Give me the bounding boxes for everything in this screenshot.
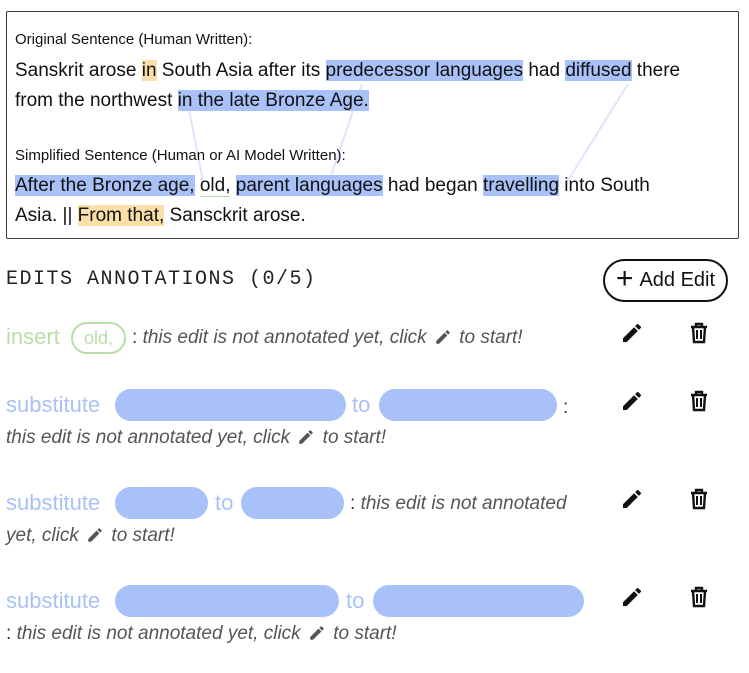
sentence-text: Sansckrit arose.	[164, 205, 306, 226]
connector-line	[188, 108, 204, 183]
highlighted-span[interactable]: After the Bronze age,	[15, 175, 195, 196]
edit-type-label: insert	[6, 324, 60, 349]
delete-button[interactable]	[686, 320, 712, 346]
note-suffix: to start!	[111, 525, 175, 546]
source-span-pill[interactable]	[115, 389, 346, 421]
original-line-1: Sanskrit arose in South Asia after its p…	[15, 59, 680, 83]
note-suffix: to start!	[459, 327, 523, 348]
note-prefix: this edit is not annotated yet, click	[142, 327, 427, 348]
note-prefix: yet, click	[6, 525, 79, 546]
edit-type-label: substitute	[6, 588, 101, 613]
sentence-text: South Asia after its	[156, 60, 326, 81]
trash-icon	[691, 390, 707, 412]
original-line-2: from the northwest in the late Bronze Ag…	[15, 89, 369, 113]
pencil-icon	[88, 528, 102, 542]
add-edit-button[interactable]: + Add Edit	[603, 259, 728, 302]
edit-pencil-button[interactable]	[619, 388, 645, 414]
connector-line	[566, 83, 629, 183]
pencil-icon	[623, 323, 642, 342]
edit-pencil-button[interactable]	[619, 486, 645, 512]
sentence-panel: Original Sentence (Human Written): Sansk…	[6, 11, 739, 239]
target-span-pill[interactable]	[373, 585, 584, 617]
target-span-pill[interactable]	[241, 487, 344, 519]
to-label: to	[346, 588, 365, 613]
edit-type-label: substitute	[6, 490, 101, 515]
edit-type-label: substitute	[6, 392, 101, 417]
highlighted-span[interactable]: From that,	[77, 205, 165, 226]
highlighted-span[interactable]: in	[141, 60, 157, 81]
sentence-text: from the northwest	[15, 90, 178, 111]
sentence-text	[230, 175, 235, 196]
edit-pencil-button[interactable]	[619, 584, 645, 610]
pencil-icon	[436, 330, 450, 344]
sentence-text: Sanskrit arose	[15, 60, 142, 81]
highlighted-span[interactable]: in the late Bronze Age.	[177, 90, 369, 111]
edit-pencil-button[interactable]	[619, 320, 645, 346]
delete-button[interactable]	[686, 388, 712, 414]
pencil-icon	[299, 430, 314, 444]
simplified-line-2: Asia. || From that, Sansckrit arose.	[15, 204, 306, 228]
sentence-text: there	[631, 60, 681, 81]
edit-status-note: : this edit is not annotated yet, click …	[6, 623, 397, 644]
colon: :	[563, 397, 569, 418]
sentence-text: had began	[382, 175, 483, 196]
sentence-text: had	[523, 60, 566, 81]
edit-status-note-line-1: : this edit is not annotated	[350, 493, 567, 514]
to-label: to	[352, 392, 371, 417]
original-sentence-label: Original Sentence (Human Written):	[15, 31, 253, 48]
pencil-icon	[623, 587, 642, 606]
target-span-pill[interactable]	[379, 389, 557, 421]
edit-status-note-line-2: yet, click to start!	[6, 524, 175, 548]
edit-status-note: this edit is not annotated yet, click to…	[6, 426, 386, 450]
highlighted-span[interactable]: parent languages	[235, 175, 383, 196]
simplified-line-1: After the Bronze age, old, parent langua…	[15, 174, 650, 198]
simplified-sentence-label: Simplified Sentence (Human or AI Model W…	[15, 147, 346, 164]
add-edit-label: Add Edit	[639, 269, 716, 291]
edits-annotations-title: EDITS ANNOTATIONS (0/5)	[6, 268, 317, 291]
pencil-icon	[310, 626, 324, 640]
note-prefix: this edit is not annotated	[360, 493, 567, 514]
source-span-pill[interactable]	[115, 585, 339, 617]
trash-icon	[691, 322, 707, 344]
highlighted-span[interactable]: travelling	[482, 175, 560, 196]
insert-span-pill[interactable]: old,	[71, 322, 126, 354]
note-prefix: this edit is not annotated yet, click	[16, 623, 301, 644]
to-label: to	[215, 490, 234, 515]
plus-icon: +	[615, 262, 634, 295]
note-suffix: to start!	[333, 623, 397, 644]
trash-icon	[691, 586, 707, 608]
pencil-icon	[623, 391, 642, 410]
inserted-span[interactable]: old,	[199, 175, 231, 197]
source-span-pill[interactable]	[115, 487, 208, 519]
highlighted-span[interactable]: diffused	[565, 60, 632, 81]
sentence-text: Asia. ||	[15, 205, 78, 226]
delete-button[interactable]	[686, 584, 712, 610]
pencil-icon	[623, 489, 642, 508]
trash-icon	[691, 488, 707, 510]
note-suffix: to start!	[322, 427, 387, 448]
delete-button[interactable]	[686, 486, 712, 512]
highlighted-span[interactable]: predecessor languages	[325, 60, 524, 81]
edit-status-note: : this edit is not annotated yet, click …	[132, 327, 523, 348]
note-prefix: this edit is not annotated yet, click	[6, 427, 291, 448]
sentence-text: into South	[559, 175, 650, 196]
